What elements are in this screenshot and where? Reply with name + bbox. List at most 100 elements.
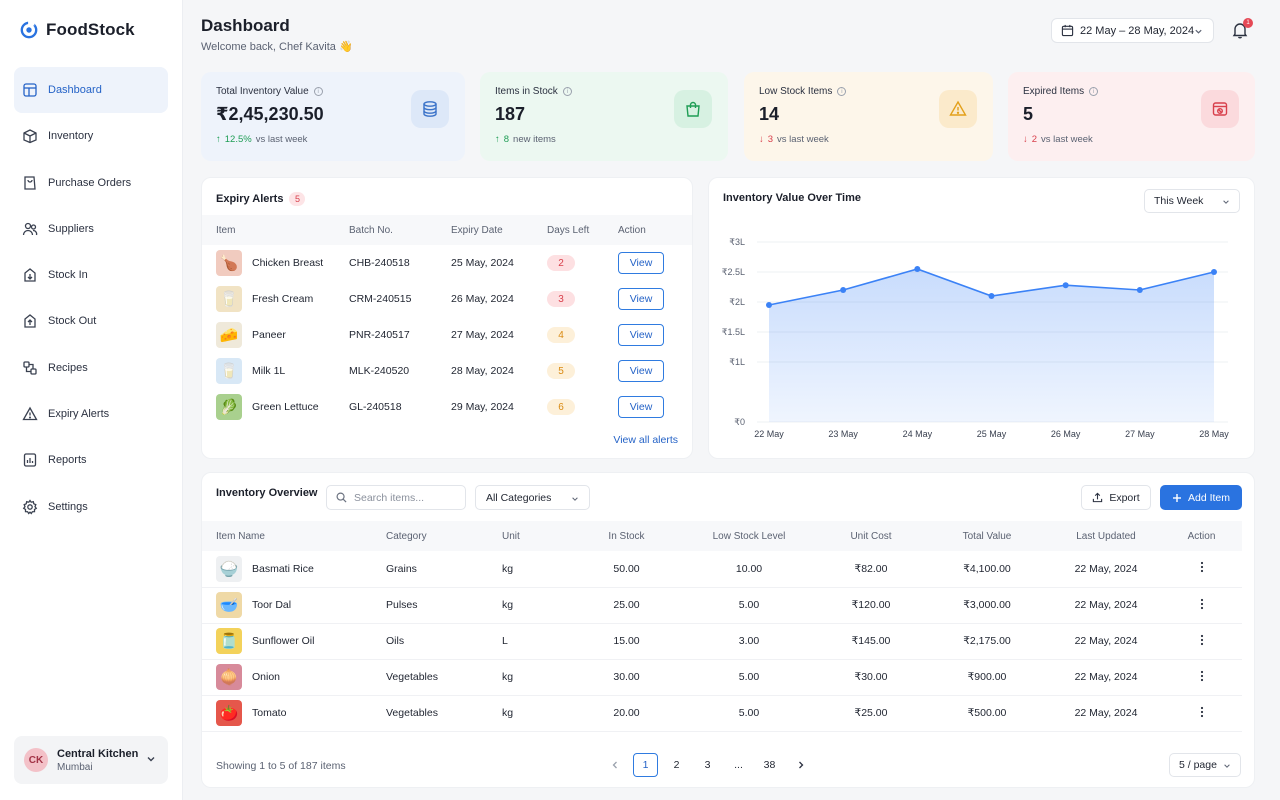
sidebar-item-settings[interactable]: Settings <box>14 484 168 530</box>
calendar-icon <box>1061 24 1074 37</box>
chevron-right-icon <box>798 761 803 769</box>
box-icon <box>23 129 37 144</box>
org-name: Central Kitchen <box>57 747 139 760</box>
page-button[interactable]: 1 <box>633 753 658 777</box>
more-vertical-icon[interactable] <box>1195 705 1209 719</box>
category-select[interactable]: All Categories <box>475 485 590 510</box>
chevron-down-icon <box>147 757 155 762</box>
data-point <box>1211 269 1217 275</box>
stat-icon-box <box>939 90 977 128</box>
sidebar-item-label: Inventory <box>48 130 94 143</box>
sidebar-item-stock-out[interactable]: Stock Out <box>14 298 168 344</box>
sidebar-item-purchase-orders[interactable]: Purchase Orders <box>14 160 168 206</box>
chevron-down-icon <box>1195 29 1202 34</box>
stat-icon-box <box>674 90 712 128</box>
add-item-button[interactable]: Add Item <box>1160 485 1242 510</box>
days-left-badge: 6 <box>547 399 575 415</box>
org-switcher[interactable]: CK Central Kitchen Mumbai <box>14 736 168 784</box>
sidebar-item-dashboard[interactable]: Dashboard <box>14 67 168 113</box>
low-stock-level: 5.00 <box>679 695 819 732</box>
unit-cost: ₹82.00 <box>819 551 923 588</box>
item-name: Tomato <box>252 707 287 719</box>
batch-no: PNR-240517 <box>349 329 410 341</box>
expiry-date: 25 May, 2024 <box>451 257 514 269</box>
panel-title: Inventory Overview <box>216 487 318 499</box>
pagination-summary: Showing 1 to 5 of 187 items <box>216 760 346 772</box>
info-icon[interactable]: i <box>1089 87 1099 96</box>
view-all-alerts-link[interactable]: View all alerts <box>613 434 678 446</box>
arrow-down-icon: ↓ <box>759 134 764 145</box>
sidebar-item-expiry-alerts[interactable]: Expiry Alerts <box>14 391 168 437</box>
database-icon <box>423 101 437 117</box>
y-tick-label: ₹2.5L <box>722 267 745 277</box>
logo-icon <box>20 21 38 39</box>
column-header: Days Left <box>547 215 618 245</box>
avatar: CK <box>24 748 48 772</box>
info-icon[interactable]: i <box>837 87 847 96</box>
stat-icon-box <box>411 90 449 128</box>
sidebar-item-stock-in[interactable]: Stock In <box>14 252 168 298</box>
date-range-picker[interactable]: 22 May – 28 May, 2024 <box>1051 18 1214 43</box>
page-button[interactable]: 2 <box>664 753 689 777</box>
y-tick-label: ₹2L <box>729 297 745 307</box>
item-name: Sunflower Oil <box>252 635 315 647</box>
category: Oils <box>386 623 502 660</box>
page-button[interactable]: 3 <box>695 753 720 777</box>
search-input[interactable] <box>354 491 454 504</box>
unit-cost: ₹30.00 <box>819 659 923 696</box>
sidebar-item-recipes[interactable]: Recipes <box>14 345 168 391</box>
expiry-table: Item Batch No. Expiry Date Days Left Act… <box>202 215 692 425</box>
more-vertical-icon[interactable] <box>1195 669 1209 683</box>
page-size-select[interactable]: 5 / page <box>1169 753 1241 777</box>
org-city: Mumbai <box>57 761 93 773</box>
last-updated: 22 May, 2024 <box>1051 587 1161 624</box>
info-icon[interactable]: i <box>562 87 572 96</box>
stat-sub: vs last week <box>777 134 829 145</box>
expiry-date: 28 May, 2024 <box>451 365 514 377</box>
data-point <box>914 266 921 272</box>
prev-page-button[interactable] <box>602 753 627 777</box>
view-button[interactable]: View <box>618 252 664 274</box>
column-header: Item Name <box>202 521 386 551</box>
arrow-down-icon: ↓ <box>1023 134 1028 145</box>
more-vertical-icon[interactable] <box>1195 560 1209 574</box>
column-header: Unit <box>502 521 574 551</box>
low-stock-level: 5.00 <box>679 587 819 624</box>
sidebar-item-reports[interactable]: Reports <box>14 437 168 483</box>
stat-card-total-value: Total Inventory Value i ₹2,45,230.50 ↑ 12.… <box>201 72 465 161</box>
unit: kg <box>502 587 574 624</box>
more-vertical-icon[interactable] <box>1195 597 1209 611</box>
item-thumbnail: 🥬 <box>216 394 242 420</box>
sidebar-item-label: Suppliers <box>48 222 94 235</box>
stat-delta: 8 <box>503 134 510 145</box>
view-button[interactable]: View <box>618 396 664 418</box>
search-field[interactable] <box>326 485 466 510</box>
last-updated: 22 May, 2024 <box>1051 695 1161 732</box>
sidebar-item-label: Settings <box>48 500 88 513</box>
sidebar-item-suppliers[interactable]: Suppliers <box>14 206 168 252</box>
plus-icon <box>1172 493 1181 502</box>
sidebar-item-inventory[interactable]: Inventory <box>14 113 168 159</box>
brand[interactable]: FoodStock <box>20 20 135 40</box>
table-row: 🥬 Green Lettuce GL-240518 29 May, 2024 6 … <box>202 389 692 425</box>
count-badge: 5 <box>289 192 306 206</box>
data-point <box>766 302 772 308</box>
in-stock: 20.00 <box>574 695 679 732</box>
days-left-badge: 5 <box>547 363 575 379</box>
export-label: Export <box>1109 491 1140 504</box>
view-button[interactable]: View <box>618 324 664 346</box>
table-row: 🍅 Tomato Vegetables kg 20.00 5.00 ₹25.00 … <box>202 695 1242 732</box>
y-tick-label: ₹1.5L <box>722 327 745 337</box>
page-title: Dashboard <box>201 16 290 35</box>
last-updated: 22 May, 2024 <box>1051 623 1161 660</box>
category-select-value: All Categories <box>486 491 552 504</box>
info-icon[interactable]: i <box>313 87 323 96</box>
view-button[interactable]: View <box>618 360 664 382</box>
stat-label: Items in Stock <box>495 86 558 97</box>
next-page-button[interactable] <box>788 753 813 777</box>
page-button[interactable]: 38 <box>757 753 782 777</box>
more-vertical-icon[interactable] <box>1195 633 1209 647</box>
export-button[interactable]: Export <box>1081 485 1151 510</box>
arrow-up-icon: ↑ <box>495 134 500 145</box>
view-button[interactable]: View <box>618 288 664 310</box>
